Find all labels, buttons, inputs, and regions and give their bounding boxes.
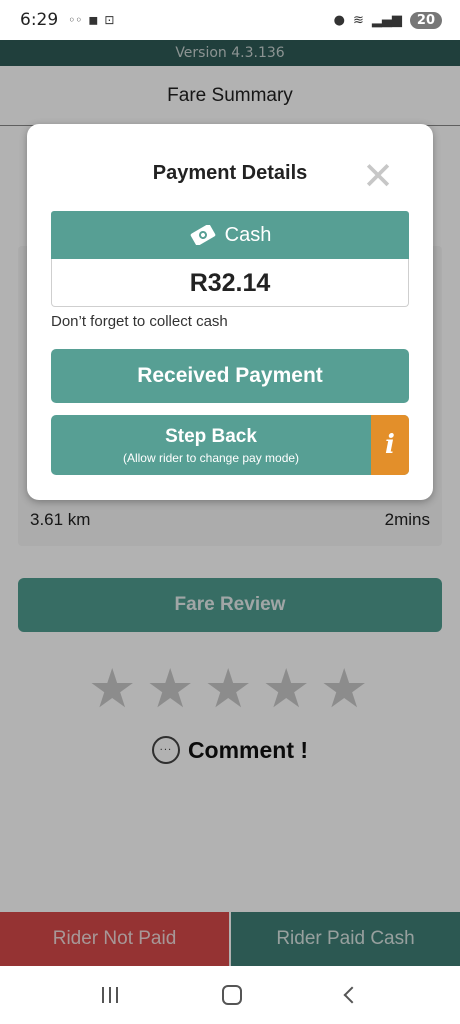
battery-indicator: 20 [409, 11, 442, 29]
step-back-button[interactable]: Step Back (Allow rider to change pay mod… [51, 415, 409, 475]
payment-method-label: Cash [224, 223, 272, 246]
teams-icon: ◼ [88, 13, 99, 27]
home-icon[interactable] [222, 985, 242, 1005]
signal-icon: ▂▄▆ [371, 12, 402, 28]
cash-icon [190, 225, 215, 245]
wifi-calling-icon: ◦◦ [68, 13, 83, 27]
payment-details-modal: Payment Details ✕ Cash R32.14 Don’t forg… [27, 124, 433, 500]
status-left-icons: ◦◦ ◼ ⊡ [68, 13, 114, 27]
status-time: 6:29 [20, 10, 59, 30]
back-icon[interactable] [343, 986, 361, 1004]
step-back-label: Step Back [165, 426, 257, 447]
step-back-main[interactable]: Step Back (Allow rider to change pay mod… [51, 415, 371, 475]
system-nav-bar [0, 966, 460, 1024]
status-right-icons: ● ≋ ▂▄▆ 20 [333, 11, 442, 29]
step-back-subtitle: (Allow rider to change pay mode) [122, 451, 300, 465]
info-icon[interactable]: i [371, 415, 409, 475]
wifi-icon: ≋ [353, 12, 364, 28]
screenshot-icon: ⊡ [104, 13, 115, 27]
received-payment-button[interactable]: Received Payment [51, 349, 409, 403]
location-icon: ● [333, 12, 345, 28]
amount-value: R32.14 [51, 259, 409, 307]
close-icon[interactable]: ✕ [361, 157, 395, 195]
collect-cash-note: Don’t forget to collect cash [51, 313, 228, 330]
status-bar: 6:29 ◦◦ ◼ ⊡ ● ≋ ▂▄▆ 20 [0, 0, 460, 40]
payment-method-header: Cash [51, 211, 409, 259]
recents-icon[interactable] [102, 987, 118, 1003]
